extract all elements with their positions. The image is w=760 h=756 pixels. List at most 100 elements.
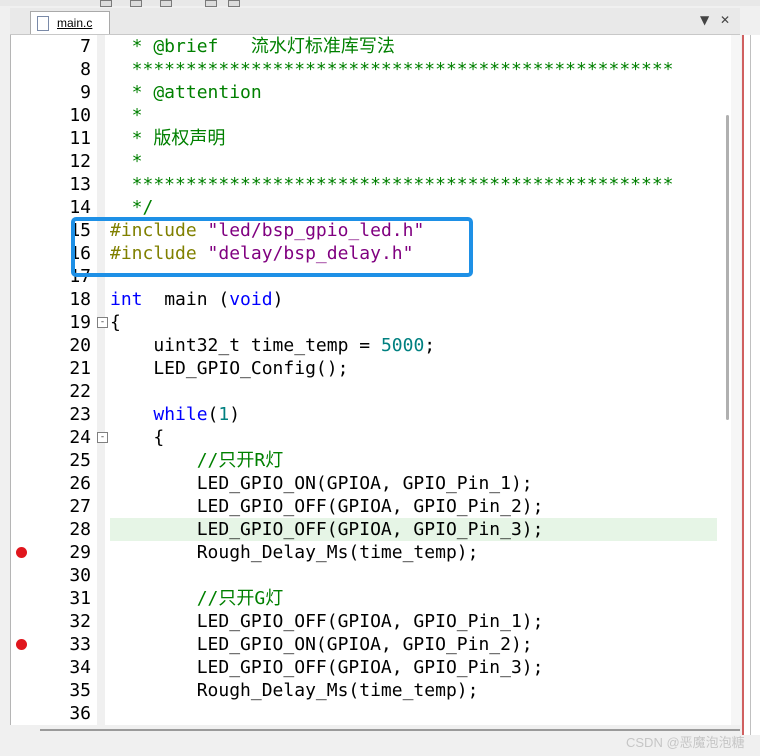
code-text: LED_GPIO_ON(GPIOA, GPIO_Pin_2); <box>110 634 533 655</box>
line-number: 30 <box>69 565 91 586</box>
line-number: 24 <box>69 427 91 448</box>
code-line[interactable]: 25 //只开R灯 <box>11 449 731 472</box>
tab-list-dropdown-icon[interactable]: ▼ <box>700 13 709 27</box>
code-line[interactable]: 7 * @brief 流水灯标准库写法 <box>11 35 731 58</box>
line-number: 34 <box>69 657 91 678</box>
code-text: uint32_t time_temp = 5000; <box>110 335 436 356</box>
line-number: 21 <box>69 358 91 379</box>
code-line[interactable]: 10 * <box>11 104 731 127</box>
line-number: 18 <box>69 289 91 310</box>
line-number: 29 <box>69 542 91 563</box>
code-line[interactable]: 13 *************************************… <box>11 173 731 196</box>
line-number: 9 <box>80 82 91 103</box>
code-text: ****************************************… <box>110 174 674 195</box>
code-text: Rough_Delay_Ms(time_temp); <box>110 680 479 701</box>
horizontal-scrollbar-thumb[interactable] <box>40 729 740 731</box>
tab-label: main.c <box>57 16 93 30</box>
code-line[interactable]: 24- { <box>11 426 731 449</box>
code-line[interactable]: 28 LED_GPIO_OFF(GPIOA, GPIO_Pin_3); <box>11 518 731 541</box>
close-tab-icon[interactable]: ✕ <box>720 13 730 27</box>
code-line[interactable]: 20 uint32_t time_temp = 5000; <box>11 334 731 357</box>
annotation-highlight-box <box>71 217 473 277</box>
code-line[interactable]: 12 * <box>11 150 731 173</box>
toolbar <box>0 0 760 7</box>
tab-main-c[interactable]: main.c <box>30 11 110 34</box>
code-text: */ <box>110 197 154 218</box>
line-number: 14 <box>69 197 91 218</box>
code-line[interactable]: 18 int main (void) <box>11 288 731 311</box>
code-line[interactable]: 30 <box>11 564 731 587</box>
code-line[interactable]: 32 LED_GPIO_OFF(GPIOA, GPIO_Pin_1); <box>11 610 731 633</box>
vertical-scrollbar[interactable] <box>731 35 741 725</box>
line-number: 28 <box>69 519 91 540</box>
line-number: 10 <box>69 105 91 126</box>
breakpoint-icon[interactable] <box>16 639 27 650</box>
line-number: 19 <box>69 312 91 333</box>
code-text: Rough_Delay_Ms(time_temp); <box>110 542 479 563</box>
line-number: 11 <box>69 128 91 149</box>
code-text: { <box>110 312 121 333</box>
code-text: while(1) <box>153 404 241 425</box>
code-text: * 版权声明 <box>110 128 226 149</box>
line-number: 26 <box>69 473 91 494</box>
code-text: //只开G灯 <box>196 588 284 609</box>
code-text: LED_GPIO_OFF(GPIOA, GPIO_Pin_1); <box>110 611 544 632</box>
code-text: * <box>110 151 143 172</box>
line-number: 36 <box>69 703 91 724</box>
line-number: 13 <box>69 174 91 195</box>
fold-toggle-icon[interactable]: - <box>97 432 108 443</box>
editor-tab-bar: main.c ▼ ✕ <box>10 8 740 35</box>
split-editor-pane <box>742 35 760 735</box>
watermark: CSDN @恶魔泡泡糖 <box>626 735 745 750</box>
code-line[interactable]: 35 Rough_Delay_Ms(time_temp); <box>11 679 731 702</box>
file-icon <box>37 15 49 31</box>
line-number: 32 <box>69 611 91 632</box>
code-line[interactable]: 26 LED_GPIO_ON(GPIOA, GPIO_Pin_1); <box>11 472 731 495</box>
code-text: { <box>110 427 165 448</box>
code-line[interactable]: 31 //只开G灯 <box>11 587 731 610</box>
fold-toggle-icon[interactable]: - <box>97 317 108 328</box>
line-number: 33 <box>69 634 91 655</box>
code-line[interactable]: 8 **************************************… <box>11 58 731 81</box>
toolbar-button[interactable] <box>205 0 217 7</box>
code-text: * @brief 流水灯标准库写法 <box>110 36 395 57</box>
code-text: LED_GPIO_Config(); <box>110 358 349 379</box>
code-line[interactable]: 27 LED_GPIO_OFF(GPIOA, GPIO_Pin_2); <box>11 495 731 518</box>
toolbar-button[interactable] <box>228 0 240 7</box>
toolbar-button[interactable] <box>100 0 112 7</box>
line-number: 20 <box>69 335 91 356</box>
code-text: LED_GPIO_ON(GPIOA, GPIO_Pin_1); <box>110 473 533 494</box>
vertical-scrollbar-thumb[interactable] <box>726 115 729 420</box>
code-text: * <box>110 105 143 126</box>
code-line[interactable]: 36 <box>11 702 731 725</box>
code-line[interactable]: 34 LED_GPIO_OFF(GPIOA, GPIO_Pin_3); <box>11 656 731 679</box>
line-number: 25 <box>69 450 91 471</box>
code-line[interactable]: 14 */ <box>11 196 731 219</box>
line-number: 27 <box>69 496 91 517</box>
code-line[interactable]: 22 <box>11 380 731 403</box>
code-line[interactable]: 11 * 版权声明 <box>11 127 731 150</box>
code-text: ****************************************… <box>110 59 674 80</box>
code-text: * @attention <box>110 82 262 103</box>
code-line[interactable]: 21 LED_GPIO_Config(); <box>11 357 731 380</box>
line-number: 31 <box>69 588 91 609</box>
code-line[interactable]: 29 Rough_Delay_Ms(time_temp); <box>11 541 731 564</box>
code-text: //只开R灯 <box>196 450 284 471</box>
code-line[interactable]: 19-{ <box>11 311 731 334</box>
line-number: 8 <box>80 59 91 80</box>
line-number: 35 <box>69 680 91 701</box>
code-text: LED_GPIO_OFF(GPIOA, GPIO_Pin_3); <box>110 657 544 678</box>
code-line[interactable]: 23 while(1) <box>11 403 731 426</box>
code-line[interactable]: 9 * @attention <box>11 81 731 104</box>
breakpoint-icon[interactable] <box>16 547 27 558</box>
code-text: LED_GPIO_OFF(GPIOA, GPIO_Pin_2); <box>110 496 544 517</box>
line-number: 22 <box>69 381 91 402</box>
line-number: 7 <box>80 36 91 57</box>
code-line[interactable]: 33 LED_GPIO_ON(GPIOA, GPIO_Pin_2); <box>11 633 731 656</box>
code-editor[interactable]: 7 * @brief 流水灯标准库写法 8 *******************… <box>10 35 741 725</box>
toolbar-button[interactable] <box>130 0 142 7</box>
toolbar-button[interactable] <box>160 0 172 7</box>
code-text: int main (void) <box>110 289 284 310</box>
line-number: 12 <box>69 151 91 172</box>
line-number: 23 <box>69 404 91 425</box>
